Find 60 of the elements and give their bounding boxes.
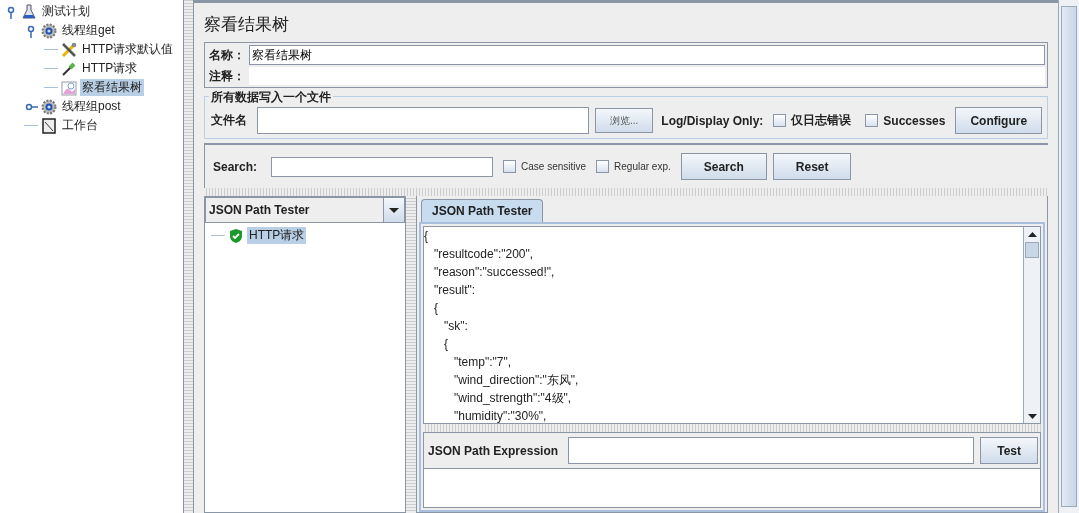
code-line: { — [443, 336, 449, 353]
expression-label: JSON Path Expression — [427, 443, 560, 458]
browse-button[interactable]: 浏览... — [595, 108, 654, 133]
scroll-up-icon[interactable] — [1027, 231, 1037, 237]
flask-icon — [21, 3, 37, 20]
tree-item[interactable]: 察看结果树 — [80, 79, 144, 96]
code-line: "reason":"successed!", — [433, 264, 556, 281]
configure-button[interactable]: Configure — [955, 107, 1043, 134]
code-line: "resultcode":"200", — [433, 246, 535, 263]
regex-label: Regular exp. — [614, 161, 671, 172]
tab[interactable]: JSON Path Tester — [421, 199, 544, 222]
successes-label: Successes — [883, 113, 946, 128]
scrollbar[interactable] — [1023, 227, 1040, 423]
code-line: "temp":"7", — [453, 354, 513, 371]
tree-item[interactable]: HTTP请求 — [80, 60, 140, 77]
tree-item[interactable]: 工作台 — [60, 117, 100, 134]
tree-item[interactable]: 测试计划 — [40, 3, 92, 20]
filename-field[interactable] — [257, 107, 589, 134]
expression-field[interactable] — [568, 437, 975, 464]
comment-label: 注释： — [208, 67, 246, 85]
shield-check-icon — [228, 227, 244, 244]
tree-item[interactable]: 线程组get — [60, 22, 117, 39]
code-line: "wind_direction":"东风", — [453, 372, 580, 389]
code-line: "result": — [433, 282, 477, 299]
filename-label: 文件名 — [210, 112, 248, 129]
case-sensitive-checkbox[interactable] — [503, 160, 517, 173]
search-button[interactable]: Search — [680, 153, 767, 180]
code-line: "wind_strength":"4级", — [453, 390, 573, 407]
notepad-icon — [41, 117, 57, 134]
search-label: Search: — [212, 159, 259, 174]
renderer-dropdown[interactable]: JSON Path Tester — [205, 197, 405, 223]
chart-icon — [61, 79, 77, 96]
errors-checkbox[interactable] — [773, 114, 787, 127]
code-line: "sk": — [443, 318, 469, 335]
log-display-label: Log/Display Only: — [660, 113, 765, 128]
scroll-down-icon[interactable] — [1027, 413, 1037, 419]
search-field[interactable] — [271, 156, 494, 177]
scrollbar[interactable] — [1058, 0, 1079, 513]
name-field[interactable]: 察看结果树 — [249, 45, 1045, 65]
tree-item[interactable]: 线程组post — [60, 98, 123, 115]
code-line: "humidity":"30%", — [453, 408, 548, 425]
result-item[interactable]: HTTP请求 — [247, 227, 307, 244]
case-sensitive-label: Case sensitive — [521, 161, 587, 172]
panel-title: 察看结果树 — [204, 14, 290, 36]
errors-label: 仅日志错误 — [791, 112, 852, 129]
tree-item[interactable]: HTTP请求默认值 — [80, 41, 176, 58]
reset-button[interactable]: Reset — [772, 153, 852, 180]
scrollbar-thumb[interactable] — [1025, 242, 1039, 258]
gear-icon — [41, 98, 57, 115]
code-line: { — [424, 228, 429, 245]
test-button[interactable]: Test — [980, 437, 1038, 464]
scrollbar-thumb[interactable] — [1061, 6, 1077, 507]
regex-checkbox[interactable] — [596, 160, 610, 173]
pipette-icon — [61, 60, 77, 77]
name-label: 名称： — [208, 46, 246, 64]
gear-icon — [41, 22, 57, 39]
successes-checkbox[interactable] — [865, 114, 879, 127]
code-line: { — [433, 300, 439, 317]
group-title: 所有数据写入一个文件 — [209, 89, 333, 106]
tools-icon — [61, 41, 77, 58]
